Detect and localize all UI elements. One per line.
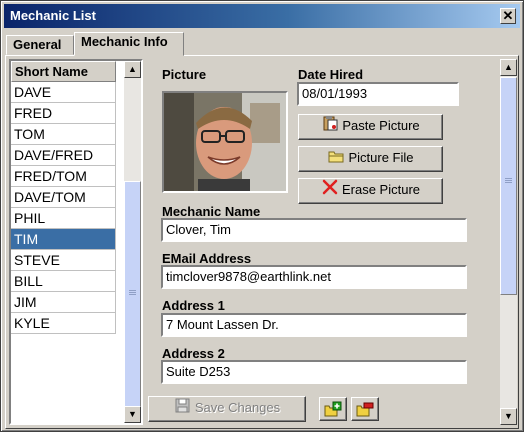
grip-line	[505, 180, 512, 181]
window-title: Mechanic List	[10, 8, 96, 23]
list-item[interactable]: FRED	[11, 103, 116, 124]
tab-general[interactable]: General	[6, 35, 74, 55]
erase-x-icon	[321, 179, 339, 202]
grip-line	[129, 294, 136, 295]
mechanic-name-field[interactable]: Clover, Tim	[161, 218, 467, 242]
list-scrollbar[interactable]: ▲ ▼	[124, 61, 141, 423]
close-button[interactable]: ✕	[500, 8, 516, 24]
paste-picture-label: Paste Picture	[342, 118, 420, 133]
list-item[interactable]: JIM	[11, 292, 116, 313]
mechanic-photo	[162, 91, 288, 193]
list-item[interactable]: DAVE	[11, 82, 116, 103]
folder-icon	[327, 148, 345, 170]
list-item[interactable]: STEVE	[11, 250, 116, 271]
address1-label: Address 1	[162, 298, 225, 313]
date-hired-field[interactable]: 08/01/1993	[297, 82, 459, 106]
form-scroll-thumb[interactable]	[500, 77, 517, 295]
erase-picture-label: Erase Picture	[341, 182, 421, 197]
address1-field[interactable]: 7 Mount Lassen Dr.	[161, 313, 467, 337]
list-item[interactable]: DAVE/FRED	[11, 145, 116, 166]
mechanic-list: Short Name DAVE FRED TOM DAVE/FRED FRED/…	[9, 59, 143, 425]
picture-file-button[interactable]: Picture File	[298, 146, 443, 172]
portrait-image	[164, 93, 286, 191]
mechanic-list-rows: Short Name DAVE FRED TOM DAVE/FRED FRED/…	[11, 61, 116, 423]
erase-picture-button[interactable]: Erase Picture	[298, 178, 443, 204]
email-label: EMail Address	[162, 251, 252, 266]
add-record-button[interactable]	[319, 397, 347, 421]
title-bar: Mechanic List ✕	[4, 4, 520, 28]
paste-picture-button[interactable]: Paste Picture	[298, 114, 443, 140]
scroll-down-button[interactable]: ▼	[124, 406, 141, 423]
list-item[interactable]: KYLE	[11, 313, 116, 334]
form-scroll-down-button[interactable]: ▼	[500, 408, 517, 425]
form-scrollbar[interactable]: ▲ ▼	[500, 59, 517, 425]
add-record-icon	[324, 401, 342, 420]
address2-label: Address 2	[162, 346, 225, 361]
delete-record-icon	[356, 401, 374, 420]
grip-line	[129, 292, 136, 293]
scroll-up-button[interactable]: ▲	[124, 61, 141, 78]
paste-icon	[321, 115, 339, 138]
email-field[interactable]: timclover9878@earthlink.net	[161, 265, 467, 289]
floppy-disk-icon	[174, 398, 192, 420]
list-item[interactable]: DAVE/TOM	[11, 187, 116, 208]
save-changes-label: Save Changes	[194, 400, 281, 415]
scroll-thumb[interactable]	[124, 181, 141, 407]
list-item[interactable]: TOM	[11, 124, 116, 145]
list-item[interactable]: PHIL	[11, 208, 116, 229]
date-hired-label: Date Hired	[298, 67, 364, 82]
address2-field[interactable]: Suite D253	[161, 360, 467, 384]
grip-line	[129, 290, 136, 291]
grip-line	[505, 178, 512, 179]
mechanic-list-window: Mechanic List ✕ General Mechanic Info Sh…	[0, 0, 524, 432]
grip-line	[505, 182, 512, 183]
delete-record-button[interactable]	[351, 397, 379, 421]
list-item[interactable]: BILL	[11, 271, 116, 292]
column-header-short-name[interactable]: Short Name	[11, 61, 116, 82]
save-changes-button[interactable]: Save Changes	[148, 396, 306, 422]
picture-file-label: Picture File	[348, 150, 414, 165]
mechanic-name-label: Mechanic Name	[162, 204, 261, 219]
form-scroll-up-button[interactable]: ▲	[500, 59, 517, 76]
list-item[interactable]: FRED/TOM	[11, 166, 116, 187]
tab-mechanic-info[interactable]: Mechanic Info	[74, 32, 184, 56]
picture-label: Picture	[162, 67, 207, 82]
list-item-selected[interactable]: TIM	[11, 229, 116, 250]
